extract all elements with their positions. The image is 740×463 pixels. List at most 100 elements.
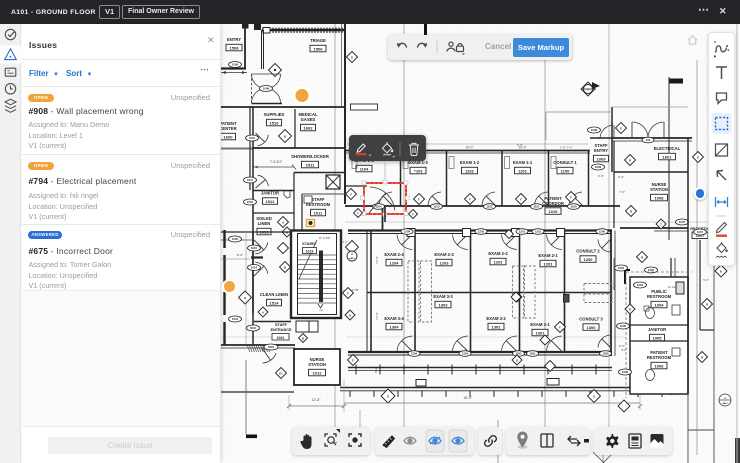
svg-text:EXAM 2-2: EXAM 2-2 — [488, 251, 508, 256]
svg-text:EXAM 2-3: EXAM 2-3 — [434, 252, 454, 257]
svg-text:F: F — [352, 358, 354, 362]
svg-text:1008: 1008 — [655, 195, 665, 200]
svg-text:F: F — [559, 325, 561, 329]
svg-text:1101: 1101 — [533, 205, 540, 209]
svg-text:1510: 1510 — [249, 136, 256, 140]
svg-text:G: G — [593, 394, 595, 398]
svg-text:9'-0": 9'-0" — [342, 240, 347, 244]
svg-text:1006: 1006 — [655, 363, 665, 368]
svg-text:A: A — [282, 220, 284, 224]
svg-text:SUPPLIES: SUPPLIES — [264, 112, 285, 117]
svg-text:48'-0": 48'-0" — [464, 396, 473, 400]
svg-text:1102: 1102 — [465, 168, 474, 173]
svg-text:1005: 1005 — [653, 335, 663, 340]
svg-text:1204: 1204 — [404, 230, 411, 234]
svg-text:1010: 1010 — [549, 209, 559, 214]
svg-text:A401: A401 — [722, 402, 728, 405]
svg-text:EXAM 2-1: EXAM 2-1 — [538, 253, 558, 258]
svg-text:1104: 1104 — [360, 166, 369, 171]
svg-text:1011: 1011 — [314, 210, 323, 215]
svg-text:F: F — [469, 197, 471, 201]
svg-text:E1: E1 — [279, 371, 283, 375]
svg-text:RESTROOM: RESTROOM — [647, 355, 672, 360]
svg-text:1301: 1301 — [529, 352, 536, 356]
svg-text:EXAM 3-4: EXAM 3-4 — [384, 316, 404, 321]
svg-text:400: 400 — [646, 138, 651, 142]
svg-text:1300: 1300 — [602, 352, 609, 356]
svg-text:1512: 1512 — [247, 200, 254, 204]
svg-text:6'-0": 6'-0" — [619, 344, 625, 348]
svg-text:1600: 1600 — [224, 134, 234, 139]
svg-text:1002: 1002 — [618, 266, 625, 270]
svg-text:RESTROOM: RESTROOM — [647, 294, 672, 299]
svg-text:STATION: STATION — [650, 187, 668, 192]
svg-text:1200: 1200 — [584, 257, 594, 262]
svg-text:1601: 1601 — [663, 154, 673, 159]
svg-text:1012: 1012 — [313, 370, 323, 375]
svg-text:1302: 1302 — [492, 324, 502, 329]
svg-text:E: E — [620, 126, 622, 130]
svg-text:1008: 1008 — [591, 128, 598, 132]
svg-text:B: B — [302, 336, 304, 340]
svg-text:R: R — [629, 307, 631, 311]
svg-text:1505: 1505 — [232, 237, 239, 241]
svg-text:5015: 5015 — [250, 326, 257, 330]
svg-text:CONSULT 3: CONSULT 3 — [579, 317, 603, 322]
svg-text:1202: 1202 — [478, 230, 485, 234]
svg-text:1504: 1504 — [232, 317, 239, 321]
svg-text:9'-9": 9'-9" — [618, 175, 624, 179]
svg-text:F: F — [357, 211, 359, 215]
svg-text:STAIRS: STAIRS — [302, 242, 316, 246]
svg-text:B: B — [284, 265, 286, 269]
svg-text:1511: 1511 — [306, 162, 315, 167]
svg-text:H: H — [349, 313, 351, 317]
svg-text:1006: 1006 — [622, 370, 629, 374]
svg-text:5019: 5019 — [268, 345, 275, 349]
svg-text:EXAM 1-2: EXAM 1-2 — [460, 160, 480, 165]
svg-text:ELECTRICAL: ELECTRICAL — [654, 146, 681, 151]
svg-text:1514: 1514 — [270, 300, 280, 305]
svg-text:COORDOR: COORDOR — [542, 201, 564, 206]
svg-text:1003: 1003 — [637, 283, 644, 287]
svg-text:1007: 1007 — [679, 220, 686, 224]
svg-text:R: R — [629, 158, 631, 162]
svg-text:1304: 1304 — [411, 352, 418, 356]
svg-text:1004: 1004 — [655, 302, 665, 307]
svg-text:1303: 1303 — [439, 302, 449, 307]
svg-text:1104: 1104 — [375, 205, 382, 209]
svg-text:1202: 1202 — [494, 259, 504, 264]
svg-text:1301: 1301 — [536, 330, 546, 335]
svg-text:F: F — [418, 197, 420, 201]
svg-text:GASES: GASES — [301, 117, 316, 122]
svg-text:1203: 1203 — [440, 260, 450, 265]
svg-text:G: G — [387, 394, 389, 398]
svg-text:R: R — [706, 302, 708, 306]
svg-text:F: F — [350, 192, 352, 196]
svg-text:11 1/2": 11 1/2" — [668, 285, 677, 289]
svg-text:1204: 1204 — [390, 260, 400, 265]
svg-text:17'-0": 17'-0" — [375, 312, 379, 320]
svg-text:12'-8": 12'-8" — [312, 398, 321, 402]
svg-text:1602: 1602 — [304, 125, 314, 130]
svg-text:JANITOR: JANITOR — [261, 191, 279, 196]
svg-text:1510: 1510 — [270, 120, 280, 125]
svg-text:17'-0": 17'-0" — [375, 256, 379, 264]
svg-text:EXAM 2-4: EXAM 2-4 — [384, 252, 404, 257]
svg-text:A401: A401 — [349, 257, 355, 260]
svg-text:T: T — [660, 222, 662, 226]
svg-text:CLEAN LINEN: CLEAN LINEN — [260, 292, 288, 297]
svg-text:6'-6": 6'-6" — [598, 174, 604, 178]
svg-text:1304: 1304 — [390, 324, 400, 329]
svg-text:R: R — [641, 255, 643, 259]
svg-text:1509: 1509 — [263, 87, 270, 91]
svg-text:F: F — [520, 197, 522, 201]
svg-text:^103: ^103 — [413, 168, 423, 173]
svg-text:CONSULT 1: CONSULT 1 — [553, 160, 577, 165]
svg-text:1001: 1001 — [277, 336, 285, 340]
svg-text:1506: 1506 — [314, 46, 324, 51]
svg-text:G: G — [516, 358, 518, 362]
svg-text:1007: 1007 — [697, 230, 704, 234]
svg-text:1103: 1103 — [433, 205, 440, 209]
svg-text:1511: 1511 — [247, 178, 254, 182]
svg-text:B: B — [284, 134, 286, 138]
